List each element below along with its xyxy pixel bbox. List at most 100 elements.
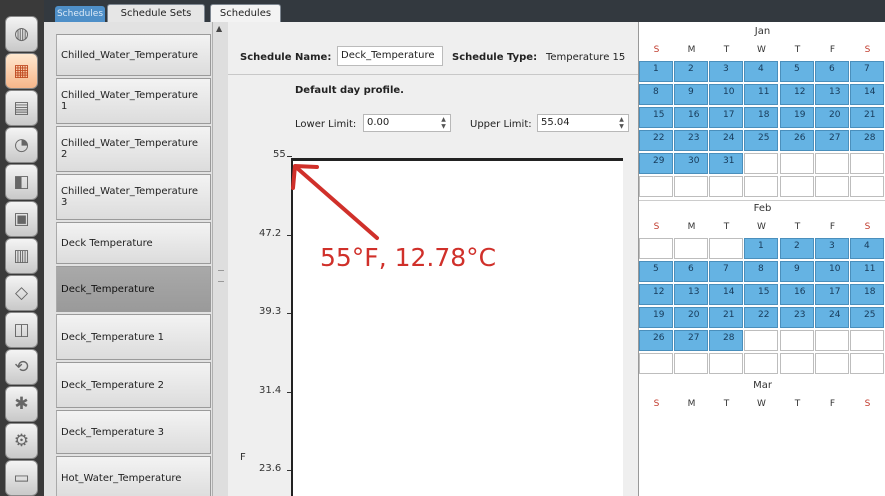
calendar-day[interactable]: 22 bbox=[744, 307, 778, 328]
calendar-day[interactable]: 25 bbox=[744, 130, 778, 151]
calendar-weekday: T bbox=[723, 399, 730, 409]
calendar-day[interactable]: 30 bbox=[674, 153, 708, 174]
calendar-day[interactable]: 14 bbox=[709, 284, 743, 305]
calendar-day[interactable]: 7 bbox=[709, 261, 743, 282]
cube-icon[interactable]: ◫ bbox=[5, 312, 38, 348]
elevation-icon[interactable]: ▥ bbox=[5, 238, 38, 274]
gauge-icon[interactable]: ◔ bbox=[5, 127, 38, 163]
calendar-day[interactable]: 12 bbox=[780, 84, 814, 105]
calendar-day[interactable]: 13 bbox=[815, 84, 849, 105]
calendar-day[interactable]: 10 bbox=[815, 261, 849, 282]
box-icon[interactable]: ◧ bbox=[5, 164, 38, 200]
calendar-day[interactable]: 22 bbox=[639, 130, 673, 151]
calendar-empty-cell bbox=[780, 330, 814, 351]
tab-schedules[interactable]: Schedules bbox=[210, 4, 281, 23]
calendar-day[interactable]: 12 bbox=[639, 284, 673, 305]
calendar-day[interactable]: 27 bbox=[815, 130, 849, 151]
calendar-day[interactable]: 23 bbox=[674, 130, 708, 151]
calendar-day[interactable]: 28 bbox=[709, 330, 743, 351]
calendar-empty-cell bbox=[639, 238, 673, 259]
calendar-day[interactable]: 18 bbox=[744, 107, 778, 128]
schedule-list-item[interactable]: Deck_Temperature 2 bbox=[56, 362, 211, 408]
schedule-list-item[interactable]: Chilled_Water_Temperature bbox=[56, 34, 211, 76]
schedule-list-item[interactable]: Chilled_Water_Temperature 3 bbox=[56, 174, 211, 220]
calendar-day[interactable]: 9 bbox=[780, 261, 814, 282]
calendar-day[interactable]: 28 bbox=[850, 130, 884, 151]
calendar-empty-cell bbox=[815, 176, 849, 197]
tab-schedules-faded[interactable]: Schedules bbox=[55, 6, 105, 22]
calendar-day[interactable]: 26 bbox=[780, 130, 814, 151]
loop-icon[interactable]: ⟲ bbox=[5, 349, 38, 385]
calendar-day[interactable]: 15 bbox=[744, 284, 778, 305]
calendar-day[interactable]: 17 bbox=[815, 284, 849, 305]
calendar-day[interactable]: 2 bbox=[780, 238, 814, 259]
calendar-day[interactable]: 16 bbox=[674, 107, 708, 128]
scroll-grip[interactable] bbox=[218, 270, 224, 282]
calendar-day[interactable]: 3 bbox=[815, 238, 849, 259]
calendar-day[interactable]: 20 bbox=[674, 307, 708, 328]
calendar-day[interactable]: 19 bbox=[780, 107, 814, 128]
calendar-day[interactable]: 1 bbox=[639, 61, 673, 82]
calendar-day[interactable]: 10 bbox=[709, 84, 743, 105]
calendar-day[interactable]: 23 bbox=[780, 307, 814, 328]
schedule-list-item[interactable]: Deck Temperature bbox=[56, 222, 211, 264]
calendar-day[interactable]: 11 bbox=[744, 84, 778, 105]
calendar-day[interactable]: 6 bbox=[674, 261, 708, 282]
schedule-list-item[interactable]: Chilled_Water_Temperature 2 bbox=[56, 126, 211, 172]
calendar-day[interactable]: 31 bbox=[709, 153, 743, 174]
upper-limit-spinbox[interactable]: 55.04 ▲ ▼ bbox=[537, 114, 629, 132]
schedule-list-item[interactable]: Deck_Temperature 3 bbox=[56, 410, 211, 454]
calendar-day[interactable]: 25 bbox=[850, 307, 884, 328]
calendar-day[interactable]: 15 bbox=[639, 107, 673, 128]
building-icon[interactable]: ▤ bbox=[5, 90, 38, 126]
calendar-day[interactable]: 4 bbox=[850, 238, 884, 259]
gear-icon[interactable]: ⚙ bbox=[5, 423, 38, 459]
calendar-weekday: S bbox=[864, 399, 871, 409]
calendar-day[interactable]: 8 bbox=[744, 261, 778, 282]
calendar-day[interactable]: 19 bbox=[639, 307, 673, 328]
schedule-list-item[interactable]: Deck_Temperature bbox=[56, 266, 211, 312]
layer-icon[interactable]: ◇ bbox=[5, 275, 38, 311]
globe-icon[interactable]: ◍ bbox=[5, 16, 38, 52]
calendar-day[interactable]: 21 bbox=[850, 107, 884, 128]
calendar-day[interactable]: 27 bbox=[674, 330, 708, 351]
calendar-day[interactable]: 6 bbox=[815, 61, 849, 82]
schedule-list-item-label: Chilled_Water_Temperature 2 bbox=[61, 138, 199, 160]
calendar-day[interactable]: 9 bbox=[674, 84, 708, 105]
calendar-day[interactable]: 20 bbox=[815, 107, 849, 128]
schedule-list-item[interactable]: Hot_Water_Temperature bbox=[56, 456, 211, 496]
lower-limit-spinbox[interactable]: 0.00 ▲ ▼ bbox=[363, 114, 451, 132]
tab-schedule-sets[interactable]: Schedule Sets bbox=[107, 4, 205, 22]
calendar-day[interactable]: 5 bbox=[780, 61, 814, 82]
scroll-up-icon[interactable]: ▲ bbox=[216, 24, 222, 33]
calendar-day[interactable]: 29 bbox=[639, 153, 673, 174]
schedule-list-item[interactable]: Chilled_Water_Temperature 1 bbox=[56, 78, 211, 124]
schedule-list-item[interactable]: Deck_Temperature 1 bbox=[56, 314, 211, 360]
schedule-name-field[interactable]: Deck_Temperature bbox=[337, 46, 443, 66]
calendar-day[interactable]: 7 bbox=[850, 61, 884, 82]
calendar-day[interactable]: 16 bbox=[780, 284, 814, 305]
calendar-day[interactable]: 5 bbox=[639, 261, 673, 282]
monitor-icon[interactable]: ▭ bbox=[5, 460, 38, 496]
calendar-day[interactable]: 1 bbox=[744, 238, 778, 259]
facade-icon[interactable]: ▣ bbox=[5, 201, 38, 237]
calendar-day[interactable]: 21 bbox=[709, 307, 743, 328]
calendar-empty-cell bbox=[709, 238, 743, 259]
calendar-day[interactable]: 17 bbox=[709, 107, 743, 128]
calendar-day[interactable]: 18 bbox=[850, 284, 884, 305]
calendar-icon[interactable]: ▦ bbox=[5, 53, 38, 89]
list-scrollbar[interactable]: ▲ bbox=[212, 22, 228, 496]
calendar-day[interactable]: 24 bbox=[815, 307, 849, 328]
calendar-day[interactable]: 8 bbox=[639, 84, 673, 105]
fan-icon[interactable]: ✱ bbox=[5, 386, 38, 422]
spin-arrows-icon[interactable]: ▲ ▼ bbox=[439, 116, 448, 130]
calendar-day[interactable]: 14 bbox=[850, 84, 884, 105]
calendar-day[interactable]: 13 bbox=[674, 284, 708, 305]
calendar-day[interactable]: 4 bbox=[744, 61, 778, 82]
spin-arrows-icon[interactable]: ▲ ▼ bbox=[617, 116, 626, 130]
calendar-day[interactable]: 11 bbox=[850, 261, 884, 282]
calendar-day[interactable]: 2 bbox=[674, 61, 708, 82]
calendar-day[interactable]: 24 bbox=[709, 130, 743, 151]
calendar-day[interactable]: 3 bbox=[709, 61, 743, 82]
calendar-day[interactable]: 26 bbox=[639, 330, 673, 351]
